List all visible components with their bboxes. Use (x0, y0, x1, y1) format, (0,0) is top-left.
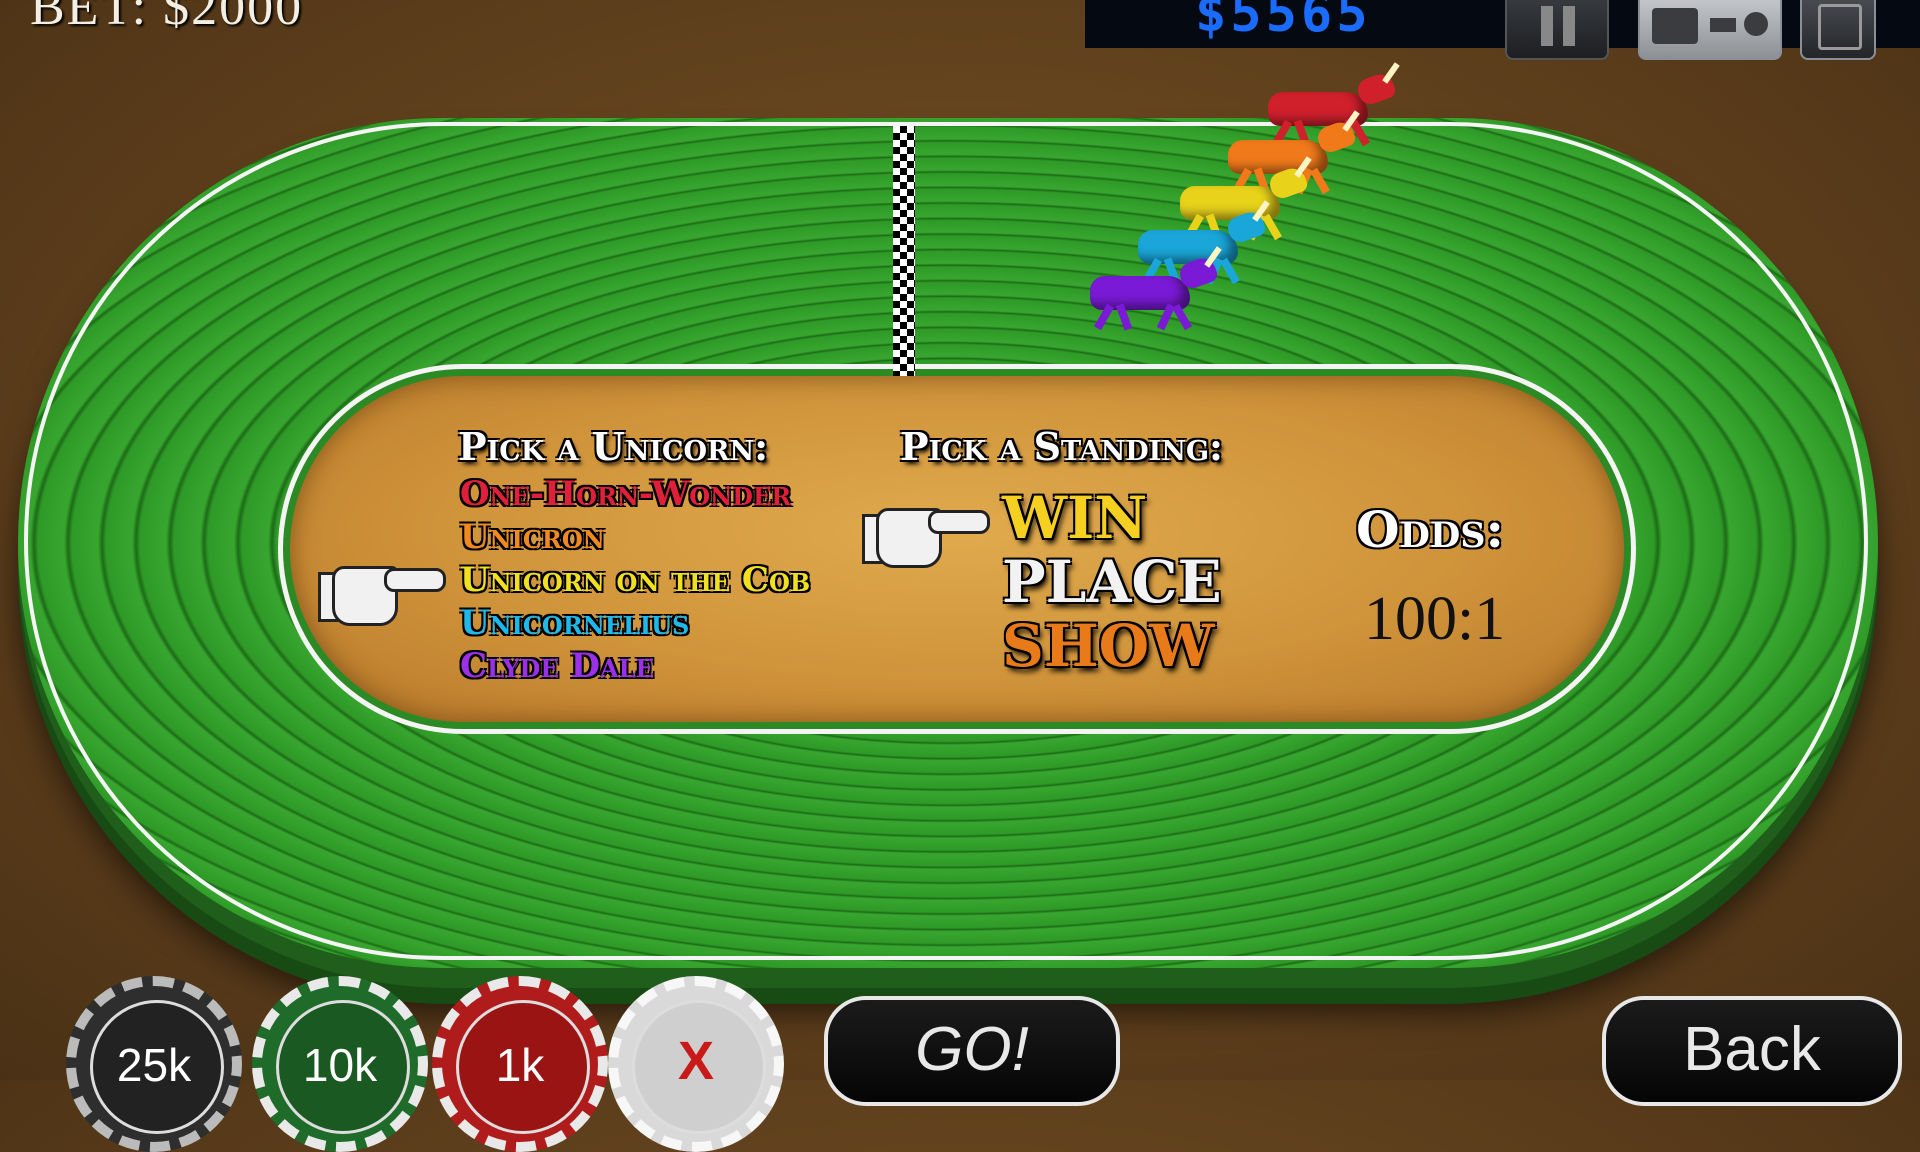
close-icon: X (677, 1031, 715, 1091)
standing-option[interactable]: WIN (1002, 484, 1147, 552)
clear-bet-button[interactable]: X (608, 976, 784, 1152)
standing-option[interactable]: PLACE (1002, 548, 1222, 616)
standing-option[interactable]: SHOW (1002, 612, 1214, 680)
chip-label: 1k (495, 1039, 545, 1091)
device-button[interactable] (1800, 0, 1876, 60)
unicorn-option[interactable]: Unicorn on the Cob (460, 560, 810, 600)
chip-10k-button[interactable]: 10k (252, 976, 428, 1152)
unicorn-option[interactable]: Unicron (460, 517, 605, 557)
bankroll-value: $5565 (1195, 0, 1372, 44)
bet-amount: BET: $2000 (30, 0, 304, 36)
chip-label: 25k (116, 1039, 192, 1091)
back-button[interactable]: Back (1602, 996, 1902, 1106)
device-icon (1818, 4, 1862, 50)
pointing-hand-icon (862, 500, 990, 570)
finish-line (893, 126, 915, 408)
chip-25k-button[interactable]: 25k (66, 976, 242, 1152)
unicorn-runner (1070, 246, 1222, 331)
odds-label: Odds: (1356, 500, 1504, 559)
go-button[interactable]: GO! (824, 996, 1120, 1106)
unicorn-option[interactable]: Clyde Dale (460, 646, 654, 686)
settings-button[interactable] (1638, 0, 1782, 60)
pause-icon (1541, 6, 1553, 46)
pause-button[interactable] (1505, 0, 1609, 60)
odds-value: 100:1 (1364, 585, 1506, 653)
settings-icon (1652, 8, 1698, 44)
chip-label: 10k (302, 1039, 378, 1091)
unicorn-option[interactable]: Unicornelius (460, 603, 689, 643)
pick-unicorn-heading: Pick a Unicorn: (458, 424, 769, 469)
gear-icon (1744, 12, 1768, 36)
unicorn-option[interactable]: One-Horn-Wonder (460, 474, 791, 514)
pick-standing-heading: Pick a Standing: (900, 424, 1224, 469)
chip-1k-button[interactable]: 1k (432, 976, 608, 1152)
pointing-hand-icon (318, 558, 446, 628)
